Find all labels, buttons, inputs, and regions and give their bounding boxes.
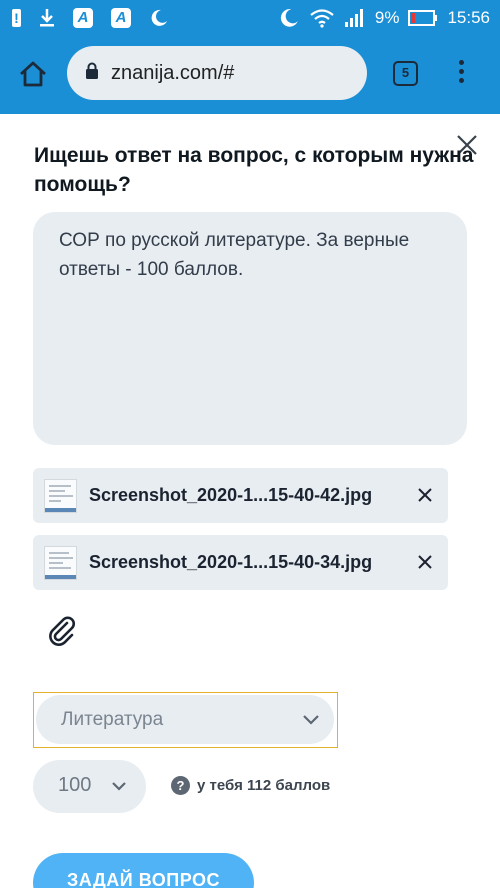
chevron-down-icon bbox=[302, 713, 320, 727]
image-thumbnail-icon bbox=[44, 479, 77, 513]
question-textarea[interactable]: СОР по русской литературе. За верные отв… bbox=[33, 212, 467, 445]
attachment-name: Screenshot_2020-1...15-40-42.jpg bbox=[89, 485, 373, 505]
attachment-item: Screenshot_2020-1...15-40-34.jpg bbox=[33, 535, 448, 590]
wifi-icon bbox=[309, 8, 335, 28]
subject-select-focus: Литература bbox=[33, 692, 338, 748]
alert-icon: ! bbox=[12, 9, 21, 27]
app-a-icon: A bbox=[111, 8, 131, 28]
tab-count-button[interactable]: 5 bbox=[393, 61, 418, 86]
moon-icon bbox=[149, 8, 169, 28]
address-bar[interactable]: znanija.com/# bbox=[67, 46, 367, 100]
points-value: 100 bbox=[58, 774, 92, 796]
subject-value: Литература bbox=[61, 709, 164, 730]
paperclip-icon[interactable] bbox=[45, 614, 79, 648]
subject-select[interactable]: Литература bbox=[36, 695, 334, 744]
points-select[interactable]: 100 bbox=[33, 760, 146, 813]
attachment-item: Screenshot_2020-1...15-40-42.jpg bbox=[33, 468, 448, 523]
url-text: znanija.com/# bbox=[111, 61, 235, 84]
app-a-icon: A bbox=[73, 8, 93, 28]
battery-percent: 9% bbox=[374, 8, 400, 27]
question-text: СОР по русской литературе. За верные отв… bbox=[59, 230, 410, 280]
points-balance-text: у тебя 112 баллов bbox=[197, 777, 331, 794]
ask-question-button[interactable]: ЗАДАЙ ВОПРОС bbox=[33, 853, 254, 888]
battery-icon bbox=[408, 9, 438, 27]
form-heading: Ищешь ответ на вопрос, с которым нужна п… bbox=[34, 144, 474, 196]
remove-attachment-icon[interactable] bbox=[415, 485, 435, 505]
download-icon bbox=[39, 8, 55, 28]
signal-icon bbox=[344, 8, 366, 28]
clock: 15:56 bbox=[447, 8, 490, 27]
home-icon[interactable] bbox=[18, 59, 48, 89]
attachment-name: Screenshot_2020-1...15-40-34.jpg bbox=[89, 552, 373, 572]
help-icon[interactable]: ? bbox=[171, 776, 190, 795]
status-bar: ! A A 9% 15:56 bbox=[0, 0, 500, 36]
remove-attachment-icon[interactable] bbox=[415, 552, 435, 572]
browser-toolbar: znanija.com/# 5 bbox=[0, 36, 500, 114]
moon-icon bbox=[278, 7, 300, 29]
ask-question-label: ЗАДАЙ ВОПРОС bbox=[67, 870, 220, 888]
chevron-down-icon bbox=[111, 780, 127, 792]
lock-icon bbox=[85, 62, 99, 85]
image-thumbnail-icon bbox=[44, 546, 77, 580]
overflow-menu-icon[interactable] bbox=[455, 60, 467, 90]
